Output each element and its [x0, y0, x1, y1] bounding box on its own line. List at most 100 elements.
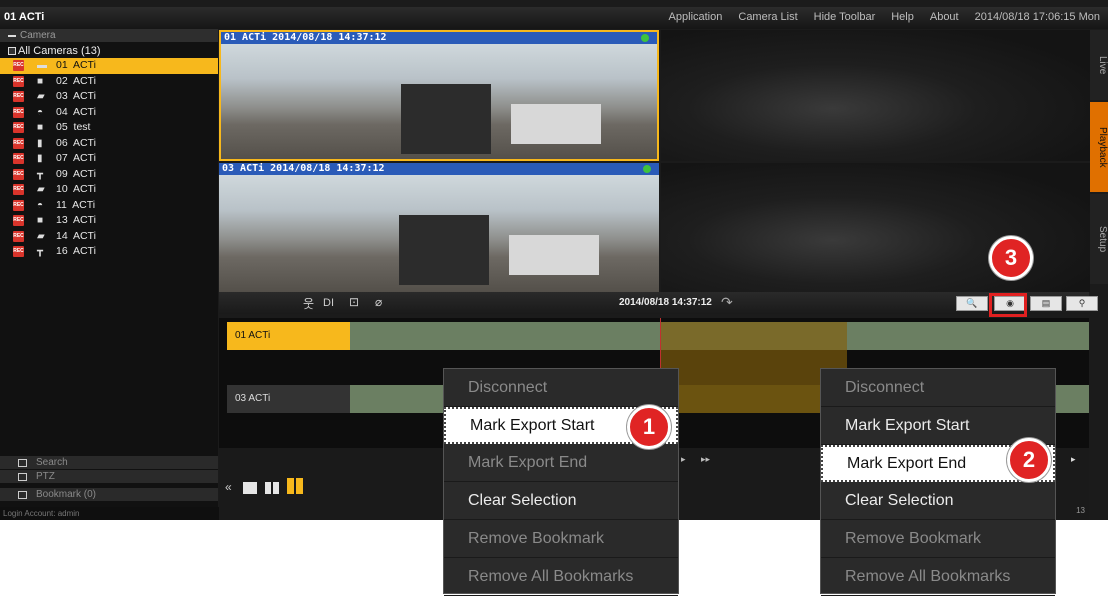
camera-item-07[interactable]: REC ▮ 07 ACTi: [0, 151, 218, 167]
menu-camera-list[interactable]: Camera List: [738, 11, 797, 23]
rec-icon: REC: [13, 75, 24, 87]
status-dot-icon: [643, 165, 651, 173]
camera-item-05[interactable]: REC ■ 05 test: [0, 120, 218, 136]
menu-remove-bookmark[interactable]: Remove Bookmark: [444, 520, 678, 558]
step-badge-3: 3: [989, 236, 1033, 280]
menu-application[interactable]: Application: [669, 11, 723, 23]
all-cameras-node[interactable]: All Cameras (13): [0, 44, 218, 58]
menu-remove-all-bookmarks[interactable]: Remove All Bookmarks: [821, 558, 1055, 596]
motion-icon[interactable]: 웃: [303, 295, 314, 312]
di-filter[interactable]: DI: [323, 297, 334, 309]
highlight-box: [989, 293, 1027, 317]
timeline-time: 2014/08/18 14:37:12: [619, 297, 712, 308]
bullet-camera-icon: ┳: [37, 168, 44, 180]
timeline-toolbar: 웃 DI ⊡ ⌀ 2014/08/18 14:37:12 ↷ 🔍 ◉ ▤ ⚲: [219, 292, 1098, 314]
menu-hide-toolbar[interactable]: Hide Toolbar: [814, 11, 876, 23]
menu-help[interactable]: Help: [891, 11, 914, 23]
rec-icon: REC: [13, 215, 24, 226]
fast-forward-icon[interactable]: ▸▸: [701, 454, 710, 465]
rec-icon: REC: [13, 137, 24, 149]
menu-about[interactable]: About: [930, 11, 959, 23]
menu-disconnect[interactable]: Disconnect: [821, 369, 1055, 407]
next-icon[interactable]: ▸: [1071, 454, 1076, 465]
cube-camera-icon: ■: [37, 75, 44, 87]
context-menu-2: Disconnect Mark Export Start Mark Export…: [820, 368, 1056, 596]
play-icon[interactable]: ▸: [681, 454, 686, 465]
menu-remove-all-bookmarks[interactable]: Remove All Bookmarks: [444, 558, 678, 596]
rec-icon: REC: [13, 91, 24, 102]
top-bar: 01 ACTi Application Camera List Hide Too…: [0, 7, 1108, 29]
collapse-icon: [8, 35, 16, 37]
camera-item-03[interactable]: REC ▰ 03 ACTi: [0, 89, 218, 105]
camera-item-04[interactable]: REC ◓ 04 ACTi: [0, 105, 218, 121]
bookmark-panel-header[interactable]: Bookmark (0): [0, 488, 218, 501]
camera-item-13[interactable]: REC ■ 13 ACTi: [0, 213, 218, 229]
rec-icon: REC: [13, 60, 24, 71]
video-view-01[interactable]: 01 ACTi 2014/08/18 14:37:12: [219, 30, 659, 161]
camera-item-11[interactable]: REC ◓ 11 ACTi: [0, 198, 218, 214]
collapse-arrow-icon[interactable]: «: [225, 480, 232, 494]
camera-item-02[interactable]: REC ■ 02 ACTi: [0, 74, 218, 90]
selection-range: [660, 385, 847, 413]
track-label-01[interactable]: 01 ACTi: [227, 322, 350, 350]
bullet-camera-icon: ▰: [37, 184, 45, 195]
ptz-panel-header[interactable]: PTZ: [0, 470, 218, 483]
rec-icon: REC: [13, 246, 24, 257]
search-button[interactable]: 🔍: [956, 296, 988, 311]
video-view-03[interactable]: 03 ACTi 2014/08/18 14:37:12: [219, 163, 659, 292]
menu-clear-selection[interactable]: Clear Selection: [444, 482, 678, 520]
camera-item-01[interactable]: REC ▬ 01 ACTi: [0, 58, 218, 74]
rec-icon: REC: [13, 106, 24, 118]
rec-icon: REC: [13, 230, 24, 242]
menu-clear-selection[interactable]: Clear Selection: [821, 482, 1055, 520]
status-count: 13: [1076, 506, 1085, 515]
camera-section-header[interactable]: Camera: [0, 29, 218, 42]
dome-camera-icon: ◓: [37, 199, 44, 211]
camera-item-09[interactable]: REC ┳ 09 ACTi: [0, 167, 218, 183]
window-title: 01 ACTi: [4, 11, 45, 23]
menu-mark-export-end[interactable]: Mark Export End: [444, 444, 678, 482]
note-button[interactable]: ▤: [1030, 296, 1062, 311]
menu-disconnect[interactable]: Disconnect: [444, 369, 678, 407]
layout-4-icon[interactable]: [287, 478, 303, 494]
search-panel-header[interactable]: Search: [0, 456, 218, 469]
layout-1-icon[interactable]: [243, 482, 257, 494]
camera-item-10[interactable]: REC ▰ 10 ACTi: [0, 182, 218, 198]
step-badge-2: 2: [1007, 438, 1051, 482]
selection-range: [660, 350, 847, 385]
tab-playback[interactable]: Playback: [1090, 102, 1108, 192]
alert-icon[interactable]: ⊡: [349, 295, 359, 309]
bullet-camera-icon: ┳: [37, 246, 44, 257]
layout-2-right-icon[interactable]: [273, 482, 279, 494]
cube-camera-icon: ■: [37, 122, 44, 133]
view-caption: 03 ACTi 2014/08/18 14:37:12: [219, 163, 659, 175]
selection-range: [660, 322, 847, 350]
camera-item-06[interactable]: REC ▮ 06 ACTi: [0, 136, 218, 152]
menu-remove-bookmark[interactable]: Remove Bookmark: [821, 520, 1055, 558]
jump-arrow-icon[interactable]: ↷: [721, 294, 733, 311]
speed-dome-icon: ▮: [37, 153, 43, 164]
view-caption: 01 ACTi 2014/08/18 14:37:12: [221, 32, 657, 44]
rec-icon: REC: [13, 168, 24, 180]
rec-icon: REC: [13, 122, 24, 133]
login-account: Login Account: admin: [0, 507, 221, 520]
layout-2-left-icon[interactable]: [265, 482, 271, 494]
tab-setup[interactable]: Setup: [1090, 194, 1108, 284]
expand-icon: [18, 459, 27, 467]
clock-datetime: 2014/08/18 17:06:15 Mon: [974, 11, 1100, 23]
link-icon[interactable]: ⌀: [375, 295, 382, 309]
empty-view[interactable]: [661, 30, 1090, 161]
expand-icon: [18, 491, 27, 499]
camera-item-16[interactable]: REC ┳ 16 ACTi: [0, 244, 218, 260]
camera-sidebar: Camera All Cameras (13) REC ▬ 01 ACTi REC ■…: [0, 29, 218, 520]
track-label-03[interactable]: 03 ACTi: [227, 385, 350, 413]
cube-camera-icon: ■: [37, 215, 44, 226]
rec-icon: REC: [13, 199, 24, 211]
camera-item-14[interactable]: REC ▰ 14 ACTi: [0, 229, 218, 245]
zoom-button[interactable]: ⚲: [1066, 296, 1098, 311]
step-badge-1: 1: [627, 405, 671, 449]
bullet-camera-icon: ▰: [37, 91, 45, 102]
video-frame: [219, 175, 659, 292]
video-frame: [221, 44, 657, 159]
tab-live[interactable]: Live: [1090, 30, 1108, 100]
